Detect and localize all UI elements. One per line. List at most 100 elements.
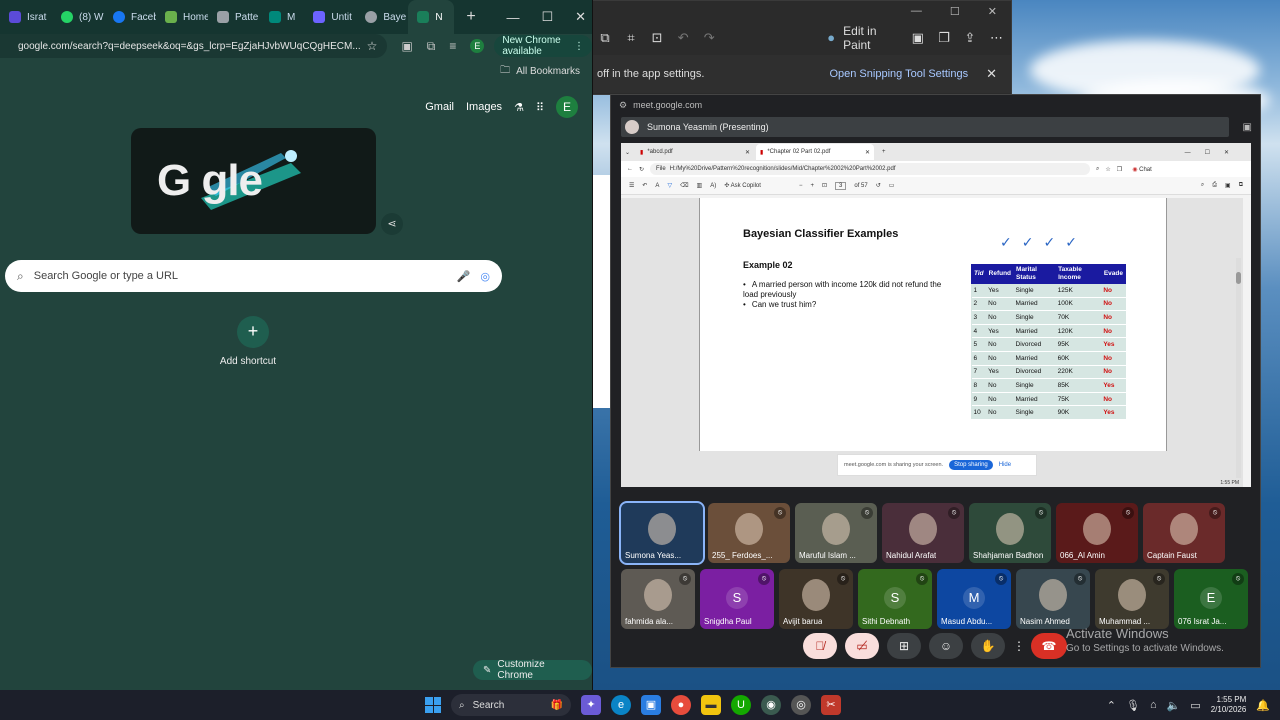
store-app-icon[interactable]: ▣ [641,695,661,715]
windows-start-icon[interactable] [425,697,441,713]
upwork-app-icon[interactable]: U [731,695,751,715]
collections-icon[interactable]: ❐ [1117,166,1122,173]
maximize-icon[interactable]: ☐ [950,5,960,18]
chevron-down-icon[interactable]: ⌄ [621,149,634,156]
save-icon[interactable]: ▣ [1225,182,1231,189]
pdf-url-box[interactable]: File H:/My%20Drive/Pattern%20recognition… [650,163,1091,175]
new-chrome-available-button[interactable]: New Chrome available ⋮ [494,35,592,57]
url-text[interactable]: google.com/search?q=deepseek&oq=&gs_lcrp… [0,41,361,52]
copy-icon[interactable]: ⧉ [599,31,611,45]
participant-tile[interactable]: ⦸ Muhammad ... [1095,569,1169,629]
more-options-icon[interactable]: ⋮ [1013,633,1025,659]
edit-in-paint-button[interactable]: ● Edit in Paint [825,24,897,52]
close-icon[interactable]: ✕ [865,149,870,156]
crop-icon[interactable]: ⌗ [625,31,637,45]
more-icon[interactable]: ⋯ [990,31,1003,45]
zoom-out-icon[interactable]: − [799,183,803,189]
reading-list-icon[interactable]: ≡ [449,39,456,53]
page-number-input[interactable]: 3 [835,181,847,190]
close-icon[interactable]: ✕ [575,9,586,25]
taskbar-clock[interactable]: 1:55 PM 2/10/2026 [1211,695,1247,715]
close-icon[interactable]: ✕ [988,5,997,18]
browser-tab[interactable]: Israt [0,0,52,34]
file-explorer-icon[interactable]: ▬ [701,695,721,715]
undo-icon[interactable]: ↶ [642,182,647,189]
redo-icon[interactable]: ↷ [703,31,715,45]
site-settings-icon[interactable]: ⚙ [619,100,627,111]
back-icon[interactable]: ← [627,166,633,172]
save-icon[interactable]: ▣ [912,31,924,45]
participant-tile[interactable]: E ⦸ 076 Israt Ja... [1174,569,1248,629]
undo-icon[interactable]: ↶ [677,31,689,45]
labs-flask-icon[interactable]: ⚗ [514,101,524,114]
print-icon[interactable]: ⎙ [1212,182,1217,189]
zoom-icon[interactable]: ⌕ [1096,166,1099,173]
dismiss-icon[interactable]: ✕ [986,66,997,82]
add-shortcut-button[interactable]: + Add shortcut [220,316,278,367]
participant-tile[interactable]: ⦸ fahmida ala... [621,569,695,629]
bookmark-star-icon[interactable]: ☆ [367,39,378,53]
read-aloud-icon[interactable]: A) [710,183,716,189]
browser-tab[interactable]: Baye [356,0,408,34]
menu-dots-icon[interactable]: ⋮ [574,41,584,52]
participant-tile[interactable]: ⦸ Nasim Ahmed [1016,569,1090,629]
pdf-tab-active[interactable]: ▮ *Chapter 02 Part 02.pdf ✕ [756,144,875,160]
participant-tile[interactable]: ⦸ 066_Al Amin [1056,503,1138,563]
browser-tab[interactable]: Untit [304,0,356,34]
ntp-avatar[interactable]: E [556,96,578,118]
raise-hand-icon[interactable]: ✋ [971,633,1005,659]
erase-icon[interactable]: ⌫ [680,182,688,189]
text-icon[interactable]: A [655,183,659,189]
lens-search-icon[interactable]: ◎ [480,270,490,283]
minimize-icon[interactable]: — [506,10,519,25]
contents-icon[interactable]: ☰ [629,182,634,189]
rotate-icon[interactable]: ↺ [876,182,881,189]
browser-tab[interactable]: Home [156,0,208,34]
search-placeholder[interactable]: Search Google or type a URL [34,270,447,282]
browser-tab[interactable]: Faceb [104,0,156,34]
volume-icon[interactable]: 🔈 [1167,699,1181,712]
pdf-scrollbar[interactable] [1236,258,1241,478]
extensions-puzzle-icon[interactable]: ⧉ [427,39,436,54]
browser-tab[interactable]: M [260,0,304,34]
microphone-icon[interactable]: 🎙 [1126,699,1140,712]
new-tab-icon[interactable]: + [466,8,475,26]
fit-page-icon[interactable]: ⊡ [822,182,827,189]
view-icon[interactable]: ▥ [697,182,703,189]
new-tab-icon[interactable]: + [876,149,886,155]
favorite-icon[interactable]: ☆ [1105,166,1110,173]
share-doodle-icon[interactable]: ⋖ [381,213,403,235]
participant-tile[interactable]: ⦸ Captain Faust [1143,503,1225,563]
mic-off-icon[interactable]: 🎙̸ [803,633,837,659]
notification-bell-icon[interactable]: 🔔 [1256,699,1270,712]
pdf-tab[interactable]: ▮ *abcd.pdf ✕ [636,144,754,160]
maximize-icon[interactable]: ☐ [541,9,553,25]
present-screen-icon[interactable]: ⊞ [887,633,921,659]
voice-search-icon[interactable]: 🎤 [457,270,471,283]
present-toggle-icon[interactable]: ▣ [1243,122,1252,133]
camera-off-icon[interactable]: ▭̸ [845,633,879,659]
chrome-alt-app-icon[interactable]: ◎ [791,695,811,715]
zoom-in-icon[interactable]: + [810,183,814,189]
highlight-icon[interactable]: ▽ [667,182,672,189]
participant-tile[interactable]: Sumona Yeas... [619,501,705,565]
gmail-link[interactable]: Gmail [425,101,454,113]
participant-tile[interactable]: ⦸ 255_ Ferdoes_... [708,503,790,563]
ask-copilot-button[interactable]: ✣ Ask Copilot [724,182,761,189]
participant-tile[interactable]: S ⦸ Snigdha Paul [700,569,774,629]
share-icon[interactable]: ⇪ [964,31,976,45]
save-as-icon[interactable]: ⧉ [1239,182,1243,189]
hide-link[interactable]: Hide [999,462,1011,468]
battery-icon[interactable]: ▭ [1190,699,1200,712]
copilot-chat-button[interactable]: ◉ Chat [1132,166,1152,173]
participant-tile[interactable]: ⦸ Avijit barua [779,569,853,629]
end-call-icon[interactable]: ☎ [1031,633,1067,659]
copy-all-icon[interactable]: ❐ [938,31,950,45]
images-link[interactable]: Images [466,101,502,113]
participant-tile[interactable]: S ⦸ Sithi Debnath [858,569,932,629]
apps-grid-icon[interactable]: ⠿ [536,101,544,114]
browser-tab-active[interactable]: N✕ [408,0,455,34]
open-settings-link[interactable]: Open Snipping Tool Settings [829,68,968,80]
stop-sharing-button[interactable]: Stop sharing [949,460,993,470]
google-doodle[interactable]: G gle [131,128,376,234]
